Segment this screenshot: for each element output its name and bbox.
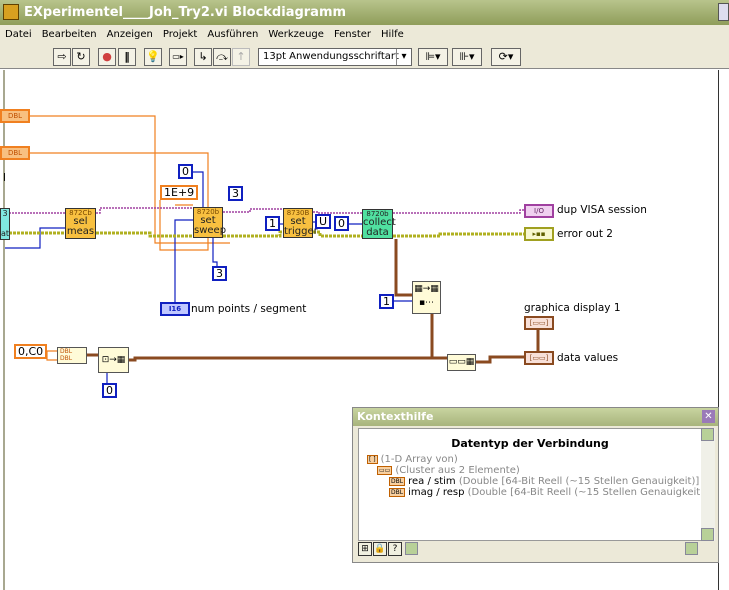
int-wire xyxy=(5,227,65,249)
num-points-indicator[interactable]: I16 xyxy=(160,302,190,316)
visa-indicator[interactable]: I/O xyxy=(524,204,554,218)
constant-1e9[interactable]: 1E+9 xyxy=(160,185,199,200)
constant-1[interactable]: 1 xyxy=(379,294,394,309)
collect-data-subvi[interactable]: 8720b collect data xyxy=(362,209,396,239)
constant-0[interactable]: 0 xyxy=(178,164,193,179)
help-heading: Datentyp der Verbindung xyxy=(451,437,609,450)
num-points-label: num points / segment xyxy=(191,303,307,315)
error-out-label: error out 2 xyxy=(557,228,613,240)
constant-3[interactable]: 3 xyxy=(212,266,227,281)
dbl-control-2[interactable]: DBL xyxy=(0,146,30,160)
constant-3[interactable]: 3 xyxy=(228,186,243,201)
cluster-wire xyxy=(476,355,524,364)
visa-label: dup VISA session xyxy=(557,204,647,216)
set-trigger-subvi[interactable]: 8730B set trigger xyxy=(283,208,318,238)
error-out-indicator[interactable]: ▸▪▪ xyxy=(524,227,554,241)
index-array-node[interactable]: ▦→▦ ▪⋯ xyxy=(412,281,441,314)
build-array-node[interactable]: ▭▭▦ xyxy=(447,354,476,371)
left-stub-num: 3 xyxy=(2,209,8,218)
cluster-wire xyxy=(87,353,447,362)
scroll-down-icon[interactable] xyxy=(701,528,714,541)
constant-0[interactable]: 0 xyxy=(102,383,117,398)
show-optional-terminals-icon[interactable]: ⊞ xyxy=(358,542,372,556)
sel-meas-subvi[interactable]: 872Cb sel meas xyxy=(65,208,96,239)
context-help-title: Kontexthilfe xyxy=(353,408,718,426)
cluster-wire xyxy=(430,314,447,360)
bundle-node[interactable]: DBL DBL xyxy=(57,347,87,364)
set-sweep-subvi[interactable]: 8720b set sweep xyxy=(193,207,226,238)
data-values-indicator[interactable]: [▭▭] xyxy=(524,351,554,365)
help-line: [ ] (1-D Array von) xyxy=(367,454,458,465)
help-line: ▭▭ (Cluster aus 2 Elemente) xyxy=(377,465,520,476)
int-wire xyxy=(160,219,193,310)
vertical-scrollbar[interactable] xyxy=(701,428,715,541)
build-array-node[interactable]: ⊡→▦ xyxy=(98,347,129,373)
graph-label: graphica display 1 xyxy=(524,302,621,314)
context-help-window: Kontexthilfe ✕ Datentyp der Verbindung [… xyxy=(352,407,719,563)
help-line: DBL imag / resp (Double [64-Bit Reell (~1… xyxy=(389,487,701,498)
context-help-content: Datentyp der Verbindung [ ] (1-D Array vo… xyxy=(358,428,702,541)
cluster-wire xyxy=(394,239,412,297)
complex-constant[interactable]: 0,C0 xyxy=(14,344,48,359)
scroll-up-icon[interactable] xyxy=(701,428,714,441)
graph-indicator[interactable]: [▭▭] xyxy=(524,316,554,330)
dbl-control-1[interactable]: DBL xyxy=(0,109,30,123)
close-icon[interactable]: ✕ xyxy=(702,410,715,423)
left-stub-label: at xyxy=(1,229,10,238)
help-icon[interactable]: ? xyxy=(388,542,402,556)
help-line: DBL rea / stim (Double [64-Bit Reell (~15… xyxy=(389,476,700,487)
scroll-right-icon[interactable] xyxy=(685,542,698,555)
int-wire xyxy=(212,238,218,266)
constant-0[interactable]: 0 xyxy=(334,216,349,231)
data-values-label: data values xyxy=(557,352,619,364)
constant-1[interactable]: 1 xyxy=(265,216,280,231)
lock-icon[interactable]: 🔒 xyxy=(373,542,387,556)
constant-u[interactable]: U xyxy=(315,214,332,229)
help-bottom-bar: ⊞ 🔒 ? xyxy=(358,542,718,558)
left-subvi-stub[interactable]: 3 at xyxy=(0,208,10,240)
scroll-left-icon[interactable] xyxy=(405,542,418,555)
